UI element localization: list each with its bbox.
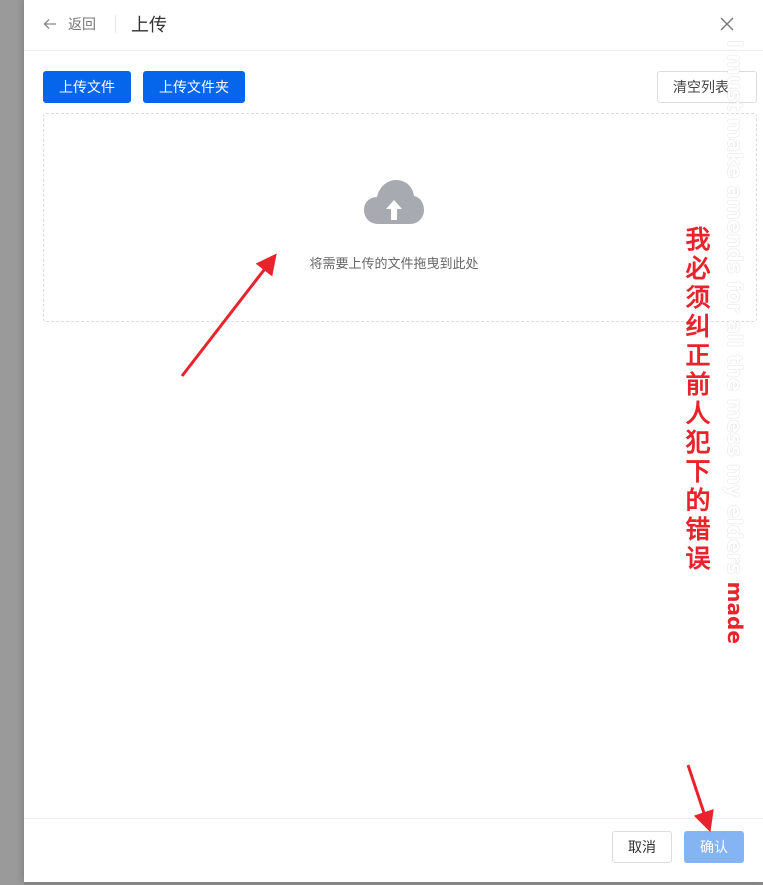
arrow-left-icon: [42, 16, 58, 32]
upload-drawer: 返回 上传 上传文件 上传文件夹 清空列表 将需要上传的文件拖曳到此处 取消 确…: [24, 0, 763, 882]
close-button[interactable]: [718, 15, 736, 37]
drawer-footer: 取消 确认: [24, 818, 763, 883]
english-annotation-end: made: [723, 581, 747, 644]
cancel-button[interactable]: 取消: [612, 831, 672, 863]
dropzone-hint: 将需要上传的文件拖曳到此处: [309, 257, 479, 272]
drawer-header: 返回 上传: [24, 0, 763, 51]
chinese-annotation: 我必须纠正前人犯下的错误: [685, 225, 711, 573]
header-divider: [115, 15, 116, 33]
close-icon: [718, 17, 736, 37]
background-page-edge: [0, 0, 24, 885]
upload-dropzone[interactable]: 将需要上传的文件拖曳到此处: [43, 113, 757, 322]
cloud-upload-icon: [364, 180, 424, 230]
confirm-button[interactable]: 确认: [684, 831, 744, 863]
upload-folder-button[interactable]: 上传文件夹: [143, 71, 245, 103]
back-label: 返回: [68, 17, 96, 33]
page-title: 上传: [131, 15, 167, 36]
english-annotation: I must make amends for all the mess my e…: [723, 40, 747, 644]
upload-file-button[interactable]: 上传文件: [43, 71, 131, 103]
back-button[interactable]: 返回: [42, 14, 96, 34]
english-annotation-main: I must make amends for all the mess my e…: [723, 40, 747, 582]
